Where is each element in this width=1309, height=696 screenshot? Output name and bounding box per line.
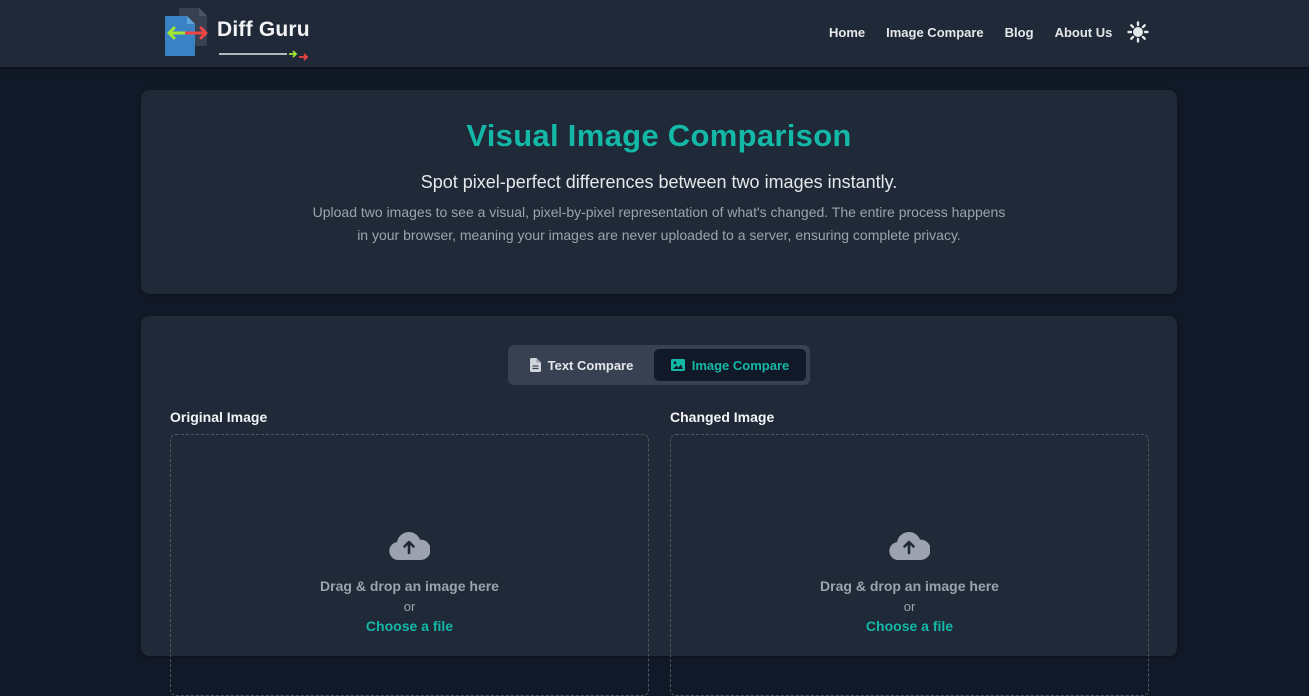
nav-link-about-us[interactable]: About Us [1055, 25, 1113, 40]
page-subtitle: Spot pixel-perfect differences between t… [420, 172, 898, 192]
cloud-upload-icon [888, 531, 931, 566]
cloud-upload-icon [388, 531, 431, 566]
brand-name: Diff Guru [217, 18, 310, 41]
compare-mode-tabs: Text Compare Image Compare [508, 345, 810, 385]
original-image-dropzone[interactable]: Drag & drop an image here or Choose a fi… [170, 434, 649, 696]
original-drop-text: Drag & drop an image here [320, 578, 499, 594]
primary-nav: Home Image Compare Blog About Us [829, 0, 1309, 64]
nav-link-blog[interactable]: Blog [1005, 25, 1034, 40]
nav-link-image-compare[interactable]: Image Compare [886, 25, 984, 40]
top-navbar: Diff Guru Home Image Compare Blog About … [0, 0, 1309, 67]
page-title: Visual Image Comparison [466, 118, 852, 153]
changed-or-text: or [903, 599, 916, 614]
document-icon [529, 358, 541, 372]
diff-guru-logo-icon [163, 6, 211, 58]
sun-icon[interactable] [1127, 21, 1149, 43]
brand-underline-arrows-icon [219, 50, 309, 61]
brand-logo-link[interactable]: Diff Guru [163, 6, 310, 61]
image-icon [670, 359, 685, 371]
page-description: Upload two images to see a visual, pixel… [312, 204, 1006, 243]
tab-text-compare[interactable]: Text Compare [512, 349, 651, 381]
tab-text-compare-label: Text Compare [547, 357, 634, 373]
changed-image-dropzone[interactable]: Drag & drop an image here or Choose a fi… [670, 434, 1149, 696]
tab-image-compare[interactable]: Image Compare [654, 349, 806, 381]
original-image-label: Original Image [170, 409, 268, 425]
nav-link-home[interactable]: Home [829, 25, 865, 40]
changed-choose-file-link[interactable]: Choose a file [671, 618, 1148, 634]
compare-tool-card: Text Compare Image Compare Original Imag… [141, 316, 1177, 696]
original-choose-file-link[interactable]: Choose a file [171, 618, 648, 634]
changed-image-label: Changed Image [670, 409, 775, 425]
tab-image-compare-label: Image Compare [691, 357, 790, 373]
hero-card: Visual Image Comparison Spot pixel-perfe… [141, 90, 1177, 294]
original-or-text: or [403, 599, 416, 614]
changed-drop-text: Drag & drop an image here [820, 578, 999, 594]
